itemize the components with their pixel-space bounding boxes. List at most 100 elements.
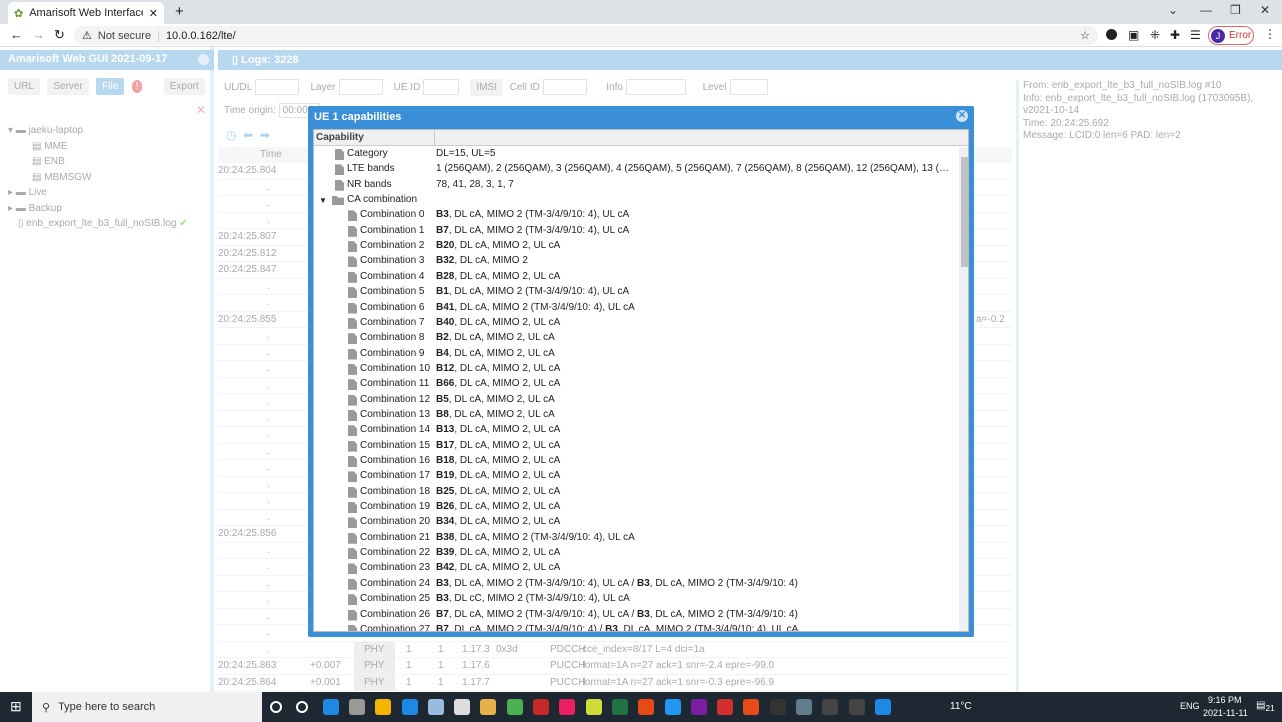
- error-icon[interactable]: !: [131, 80, 143, 93]
- file-button[interactable]: File: [96, 78, 125, 95]
- clock-date[interactable]: 2021-11-11: [1203, 708, 1248, 718]
- edge-icon[interactable]: [322, 699, 339, 715]
- combination-row[interactable]: Combination 5 B1, DL cA, MIMO 2 (TM-3/4/9…: [314, 285, 958, 300]
- combination-row[interactable]: Combination 27 B7, DL cA, MIMO 2 (TM-3/4/…: [314, 623, 958, 631]
- imsi-button[interactable]: IMSI: [470, 79, 503, 96]
- back-icon[interactable]: ←: [10, 27, 23, 42]
- notifications-icon[interactable]: ▤21: [1256, 700, 1275, 713]
- combination-row[interactable]: Combination 7 B40, DL cA, MIMO 2, UL cA: [314, 316, 958, 331]
- extension-icon[interactable]: ⁜: [1150, 28, 1160, 42]
- mail-icon[interactable]: [454, 699, 471, 715]
- capability-row[interactable]: LTE bands 1 (256QAM), 2 (256QAM), 3 (256Q…: [314, 162, 958, 177]
- combination-row[interactable]: Combination 13 B8, DL cA, MIMO 2, UL cA: [314, 408, 958, 423]
- store-icon[interactable]: [348, 699, 365, 715]
- next-icon[interactable]: ➡: [260, 128, 270, 142]
- chrome-icon[interactable]: [506, 699, 523, 715]
- combination-row[interactable]: Combination 1 B7, DL cA, MIMO 2 (TM-3/4/9…: [314, 224, 958, 239]
- previous-icon[interactable]: ⬅: [243, 128, 253, 142]
- log-row[interactable]: 20:24:25.863 +0.007 PHY 1 1 1.17.6 PUCCH format…: [218, 658, 1012, 675]
- tree-item-log-file[interactable]: ▯ enb_export_lte_b3_full_noSIB.log ✔: [8, 216, 188, 232]
- bookmark-star-icon[interactable]: ☆: [1080, 29, 1090, 42]
- export-button[interactable]: Export: [163, 78, 205, 95]
- forward-icon[interactable]: →: [32, 27, 45, 42]
- menu-icon[interactable]: ⋮: [1264, 27, 1276, 41]
- profile-button[interactable]: J Error: [1208, 26, 1254, 45]
- acrobat-icon[interactable]: [717, 699, 734, 715]
- extension-icon[interactable]: [1106, 29, 1117, 40]
- layer-select[interactable]: [338, 79, 383, 96]
- address-bar[interactable]: ⚠ Not secure | 10.0.0.162/lte/ ☆: [74, 26, 1098, 45]
- tab-search-icon[interactable]: ⌄: [1168, 3, 1178, 17]
- combination-row[interactable]: Combination 24 B3, DL cA, MIMO 2 (TM-3/4/…: [314, 577, 958, 592]
- app-icon[interactable]: [480, 699, 497, 715]
- notepad-icon[interactable]: [585, 699, 602, 715]
- language[interactable]: ENG: [1180, 701, 1200, 711]
- app-icon[interactable]: [822, 699, 839, 715]
- combination-row[interactable]: Combination 8 B2, DL cA, MIMO 2, UL cA: [314, 331, 958, 346]
- combination-row[interactable]: Combination 16 B18, DL cA, MIMO 2, UL cA: [314, 454, 958, 469]
- combination-row[interactable]: Combination 17 B19, DL cA, MIMO 2, UL cA: [314, 469, 958, 484]
- app-icon[interactable]: [848, 699, 865, 715]
- combination-row[interactable]: Combination 20 B34, DL cA, MIMO 2, UL cA: [314, 515, 958, 530]
- tree-item-mbmsgw[interactable]: ▤ MBMSGW: [8, 170, 188, 186]
- app-icon[interactable]: [690, 699, 707, 715]
- combination-row[interactable]: Combination 4 B28, DL cA, MIMO 2, UL cA: [314, 270, 958, 285]
- clock-icon[interactable]: ◷: [226, 128, 236, 142]
- server-button[interactable]: Server: [47, 78, 89, 95]
- excel-icon[interactable]: [611, 699, 628, 715]
- tree-item-backup[interactable]: ▸ ▬ Backup: [8, 201, 188, 217]
- weather[interactable]: 11°C: [950, 701, 972, 712]
- combination-row[interactable]: Combination 3 B32, DL cA, MIMO 2: [314, 254, 958, 269]
- help-icon[interactable]: [874, 699, 891, 715]
- combination-row[interactable]: Combination 23 B42, DL cA, MIMO 2, UL cA: [314, 561, 958, 576]
- combination-row[interactable]: Combination 19 B26, DL cA, MIMO 2, UL cA: [314, 500, 958, 515]
- restore-icon[interactable]: ❐: [1230, 3, 1241, 17]
- capability-row[interactable]: NR bands 78, 41, 28, 3, 1, 7: [314, 178, 958, 193]
- combination-row[interactable]: Combination 18 B25, DL cA, MIMO 2, UL cA: [314, 485, 958, 500]
- slack-icon[interactable]: [559, 699, 576, 715]
- powerpoint-icon[interactable]: [743, 699, 760, 715]
- mail-icon[interactable]: [401, 699, 418, 715]
- reading-list-icon[interactable]: ☰: [1190, 28, 1201, 42]
- cortana-icon[interactable]: [270, 701, 282, 713]
- explorer-icon[interactable]: [375, 699, 392, 715]
- close-window-icon[interactable]: ✕: [1260, 3, 1270, 17]
- terminal-icon[interactable]: [769, 699, 786, 715]
- extension-icon[interactable]: ▣: [1128, 28, 1139, 42]
- scrollbar[interactable]: [959, 147, 968, 631]
- capability-row[interactable]: Category DL=15, UL=5: [314, 147, 958, 162]
- reload-icon[interactable]: ↻: [54, 27, 65, 43]
- url-button[interactable]: URL: [8, 78, 41, 95]
- combination-row[interactable]: Combination 11 B66, DL cA, MIMO 2, UL cA: [314, 377, 958, 392]
- extensions-puzzle-icon[interactable]: ✚: [1170, 28, 1180, 42]
- minimize-icon[interactable]: —: [1200, 3, 1212, 17]
- scrollbar-thumb[interactable]: [961, 157, 968, 267]
- combination-row[interactable]: Combination 12 B5, DL cA, MIMO 2, UL cA: [314, 393, 958, 408]
- browser-tab[interactable]: ✿ Amarisoft Web Interface 2021-09 ✕: [8, 2, 164, 24]
- combination-row[interactable]: Combination 15 B17, DL cA, MIMO 2, UL cA: [314, 439, 958, 454]
- tree-item-live[interactable]: ▸ ▬ Live: [8, 185, 188, 201]
- app-icon[interactable]: [427, 699, 444, 715]
- tree-item-jaeku-laptop[interactable]: ▾ ▬ jaeku-laptop: [8, 123, 188, 139]
- app-icon[interactable]: [796, 699, 812, 715]
- combination-row[interactable]: Combination 22 B39, DL cA, MIMO 2, UL cA: [314, 546, 958, 561]
- log-row[interactable]: 20:24:25.864 +0.001 PHY 1 1 1.17.7 PUCCH format…: [218, 674, 1012, 691]
- uldl-select[interactable]: [255, 79, 300, 96]
- cellid-select[interactable]: [542, 79, 587, 96]
- taskbar-search[interactable]: ⚲ Type here to search: [32, 692, 262, 722]
- tree-item-enb[interactable]: ▤ ENB: [8, 154, 188, 170]
- tree-item-mme[interactable]: ▤ MME: [8, 139, 188, 155]
- combination-row[interactable]: Combination 6 B41, DL cA, MIMO 2 (TM-3/4/…: [314, 301, 958, 316]
- combination-row[interactable]: Combination 0 B3, DL cA, MIMO 2 (TM-3/4/9…: [314, 208, 958, 223]
- combination-row[interactable]: Combination 2 B20, DL cA, MIMO 2, UL cA: [314, 239, 958, 254]
- ca-combination-group[interactable]: ▼ CA combination: [314, 193, 958, 208]
- combination-row[interactable]: Combination 21 B38, DL cA, MIMO 2 (TM-3/4…: [314, 531, 958, 546]
- combination-row[interactable]: Combination 25 B3, DL cC, MIMO 2 (TM-3/4/…: [314, 592, 958, 607]
- log-row[interactable]: . PHY 1 1 1.17.3 0x3d PDCCH cce_index=8/17 L=4 …: [218, 641, 1012, 658]
- combination-row[interactable]: Combination 10 B12, DL cA, MIMO 2, UL cA: [314, 362, 958, 377]
- clock-time[interactable]: 9:16 PM: [1208, 695, 1242, 705]
- combination-row[interactable]: Combination 26 B7, DL cA, MIMO 2 (TM-3/4/…: [314, 608, 958, 623]
- new-tab-button[interactable]: +: [175, 3, 184, 20]
- close-tab-icon[interactable]: ✕: [149, 7, 158, 20]
- photos-icon[interactable]: [664, 699, 681, 715]
